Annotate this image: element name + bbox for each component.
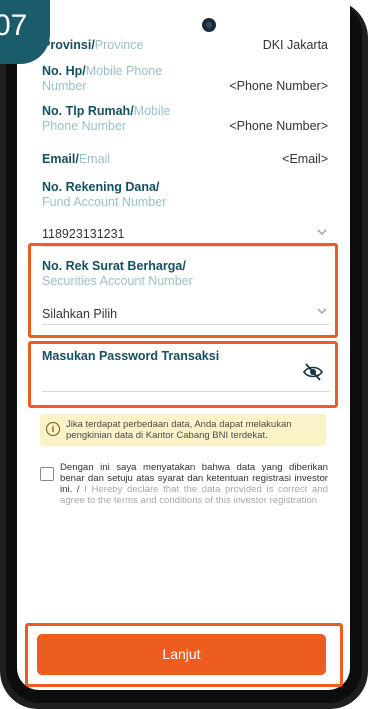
email-label-en: Email (78, 152, 111, 166)
consent-checkbox[interactable] (40, 467, 54, 481)
phone-frame: Provinsi/Province DKI Jakarta No. Hp/Mob… (0, 0, 368, 709)
eye-slash-icon[interactable] (302, 363, 324, 381)
province-label-en: Province (94, 38, 144, 52)
province-label: Provinsi/ (42, 38, 95, 52)
email-value: <Email> (282, 152, 328, 166)
highlight-securities-account (28, 243, 338, 338)
province-row: Provinsi/Province DKI Jakarta (42, 38, 328, 52)
fund-account-value: 118923131231 (42, 227, 125, 241)
home-phone-row: No. Tlp Rumah/Mobile Phone Number <Phone… (42, 104, 328, 134)
info-note: i Jika terdapat perbedaan data, Anda dap… (40, 414, 326, 446)
home-phone-label: No. Tlp Rumah/ (42, 104, 134, 118)
consent-text: Dengan ini saya menyatakan bahwa data ya… (60, 462, 328, 506)
home-phone-value: <Phone Number> (229, 119, 328, 133)
mobile-phone-row: No. Hp/Mobile Phone Number <Phone Number… (42, 64, 328, 94)
chevron-down-icon[interactable] (317, 227, 327, 237)
mobile-phone-label: No. Hp/ (42, 64, 86, 78)
info-note-text: Jika terdapat perbedaan data, Anda dapat… (66, 419, 292, 441)
fund-account-title: No. Rekening Dana/ Fund Account Number (42, 180, 167, 209)
highlight-password (28, 341, 338, 408)
email-label: Email/ (42, 152, 79, 166)
camera-notch (202, 18, 216, 32)
highlight-lanjut-button (25, 623, 343, 687)
mobile-phone-value: <Phone Number> (229, 79, 328, 93)
info-icon: i (46, 422, 60, 436)
consent-text-en: I Hereby declare that the data provided … (60, 484, 328, 506)
email-row: Email/Email <Email> (42, 152, 328, 166)
province-value: DKI Jakarta (262, 38, 328, 52)
